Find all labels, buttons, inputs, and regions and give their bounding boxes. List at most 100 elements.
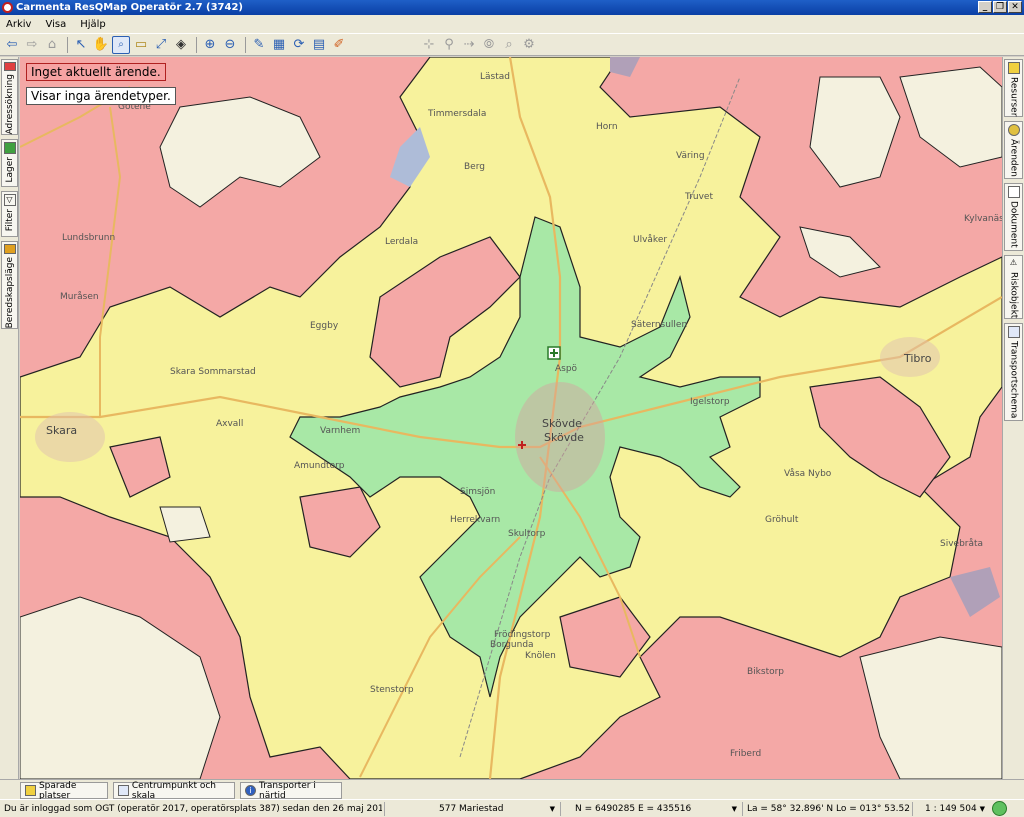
window-title: Carmenta ResQMap Operatör 2.7 (3742) — [16, 2, 243, 13]
route-icon[interactable]: ⇢ — [460, 36, 478, 54]
tab-label: Adressökning — [4, 73, 15, 134]
map-view[interactable]: Skara Skövde Skövde Tibro Götene Lästad … — [20, 57, 1002, 779]
right-sidebar-tabs: Resurser Ärenden Dokument ⚠ Riskobjekt T… — [1002, 57, 1024, 779]
chevron-down-icon: ▼ — [549, 805, 555, 813]
tab-label: Riskobjekt — [1008, 271, 1019, 318]
toolbar-separator — [245, 36, 246, 53]
refresh-map-icon[interactable]: ⟳ — [290, 36, 308, 54]
place-label: Skövde — [544, 431, 584, 444]
place-label: Lundsbrunn — [62, 233, 116, 243]
tab-filter[interactable]: ▽ Filter — [1, 191, 18, 237]
eraser-icon[interactable]: ✐ — [330, 36, 348, 54]
tab-label: Transporter i närtid — [259, 780, 316, 801]
town-area — [35, 412, 105, 462]
map-canvas[interactable] — [20, 57, 1002, 779]
tab-label: Lager — [4, 157, 15, 183]
saved-places-icon — [25, 785, 36, 796]
window-controls: _ ❐ ✕ — [978, 1, 1022, 13]
place-label: Amundtorp — [294, 461, 345, 471]
tab-label: Ärenden — [1008, 139, 1019, 177]
tab-label: Centrumpunkt och skala — [131, 780, 216, 801]
toolbar: ⇦ ⇨ ⌂ ↖ ✋ ⌕ ▭ ⤢ ◈ ⊕ ⊖ ✎ ▦ ⟳ ▤ ✐ ⊹ ⚲ ⇢ ⦾ … — [0, 34, 1024, 56]
left-sidebar-tabs: Adressökning Lager ▽ Filter Beredskapslä… — [0, 57, 19, 779]
tab-transportschema[interactable]: Transportschema — [1004, 323, 1023, 421]
menu-hjalp[interactable]: Hjälp — [80, 19, 106, 30]
connection-status-icon — [992, 801, 1007, 816]
home-icon[interactable]: ⌂ — [43, 36, 61, 54]
tab-label: Transportschema — [1008, 341, 1019, 419]
window-titlebar: Carmenta ResQMap Operatör 2.7 (3742) _ ❐… — [0, 0, 1024, 15]
place-label: Sivebråta — [940, 539, 984, 549]
tab-label: Dokument — [1008, 201, 1019, 248]
scale-select[interactable]: 1 : 149 504 ▼ — [912, 802, 988, 816]
scale-value: 1 : 149 504 — [925, 804, 977, 814]
place-label: Våsa Nybo — [784, 469, 832, 479]
place-label: Skövde — [542, 417, 582, 430]
select-pointer-icon[interactable]: ↖ — [72, 36, 90, 54]
settings-icon[interactable]: ⚙ — [520, 36, 538, 54]
minimize-button[interactable]: _ — [978, 1, 992, 13]
readiness-icon — [3, 244, 16, 254]
tab-centrumpunkt-och-skala[interactable]: Centrumpunkt och skala — [113, 780, 235, 801]
place-label: Tibro — [904, 352, 932, 365]
go-to-icon[interactable]: ◈ — [172, 36, 190, 54]
tab-label: Beredskapsläge — [4, 256, 15, 328]
coordinate-ne-select[interactable]: N = 6490285 E = 435516 ▼ — [560, 802, 740, 816]
tab-label: Sparade platser — [38, 780, 77, 801]
place-label: Skultorp — [508, 529, 546, 539]
place-label: Varnhem — [320, 426, 361, 436]
tab-label: Resurser — [1008, 76, 1019, 116]
menu-visa[interactable]: Visa — [45, 19, 66, 30]
restore-button[interactable]: ❐ — [993, 1, 1007, 13]
menubar: Arkiv Visa Hjälp — [0, 15, 1024, 34]
track-icon[interactable]: ⦾ — [480, 36, 498, 54]
tab-label: Filter — [4, 209, 15, 232]
chevron-down-icon: ▼ — [731, 805, 737, 813]
search-vehicle-icon[interactable]: ⌕ — [500, 36, 518, 54]
back-arrow-icon[interactable]: ⇦ — [3, 36, 21, 54]
place-label: Herrekvarn — [450, 515, 501, 525]
menu-arkiv[interactable]: Arkiv — [6, 19, 31, 30]
place-label: Eggby — [310, 321, 339, 331]
tab-sparade-platser[interactable]: Sparade platser — [20, 780, 108, 801]
locate-person-icon[interactable]: ⚲ — [440, 36, 458, 54]
forward-arrow-icon[interactable]: ⇨ — [23, 36, 41, 54]
tab-riskobjekt[interactable]: ⚠ Riskobjekt — [1004, 255, 1023, 319]
coordinate-latlon-value: La = 58° 32.896' N Lo = 013° 53.523' E — [747, 804, 910, 814]
address-search-icon — [3, 62, 16, 71]
toolbar-separator — [67, 36, 68, 53]
municipality-select[interactable]: 577 Mariestad ▼ — [384, 802, 558, 816]
place-label: Stenstorp — [370, 685, 414, 695]
zoom-box-icon[interactable]: ⌕ — [112, 35, 130, 54]
tab-arenden[interactable]: Ärenden — [1004, 121, 1023, 179]
zoom-in-icon[interactable]: ⊕ — [201, 36, 219, 54]
draw-icon[interactable]: ✎ — [250, 36, 268, 54]
tab-beredskapslage[interactable]: Beredskapsläge — [1, 241, 18, 329]
app-logo-icon — [2, 2, 13, 13]
close-button[interactable]: ✕ — [1008, 1, 1022, 13]
coordinate-ne-value: N = 6490285 E = 435516 — [575, 804, 692, 814]
tab-transporter-i-nartid[interactable]: i Transporter i närtid — [240, 780, 342, 801]
measure-area-icon[interactable]: ⤢ — [152, 36, 170, 54]
chevron-down-icon: ▼ — [979, 805, 985, 813]
tab-dokument[interactable]: Dokument — [1004, 183, 1023, 251]
resources-icon — [1007, 62, 1020, 74]
tab-resurser[interactable]: Resurser — [1004, 59, 1023, 117]
coordinate-latlon-select[interactable]: La = 58° 32.896' N Lo = 013° 53.523' E ▼ — [742, 802, 910, 816]
municipality-value: 577 Mariestad — [439, 804, 504, 814]
pan-hand-icon[interactable]: ✋ — [92, 36, 110, 54]
no-case-banner: Inget aktuellt ärende. — [26, 63, 166, 81]
filter-icon: ▽ — [3, 194, 16, 206]
print-map-icon[interactable]: ▤ — [310, 36, 328, 54]
place-label: Horn — [596, 122, 618, 132]
measure-ruler-icon[interactable]: ▭ — [132, 36, 150, 54]
target-icon[interactable]: ⊹ — [420, 36, 438, 54]
map-view-icon[interactable]: ▦ — [270, 36, 288, 54]
tab-lager[interactable]: Lager — [1, 139, 18, 187]
tab-adressokning[interactable]: Adressökning — [1, 59, 18, 135]
case-types-banner: Visar inga ärendetyper. — [26, 87, 176, 105]
center-scale-icon — [118, 785, 129, 796]
zoom-out-icon[interactable]: ⊖ — [221, 36, 239, 54]
schedule-icon — [1007, 326, 1020, 338]
place-label: Säternsullen — [631, 320, 688, 330]
